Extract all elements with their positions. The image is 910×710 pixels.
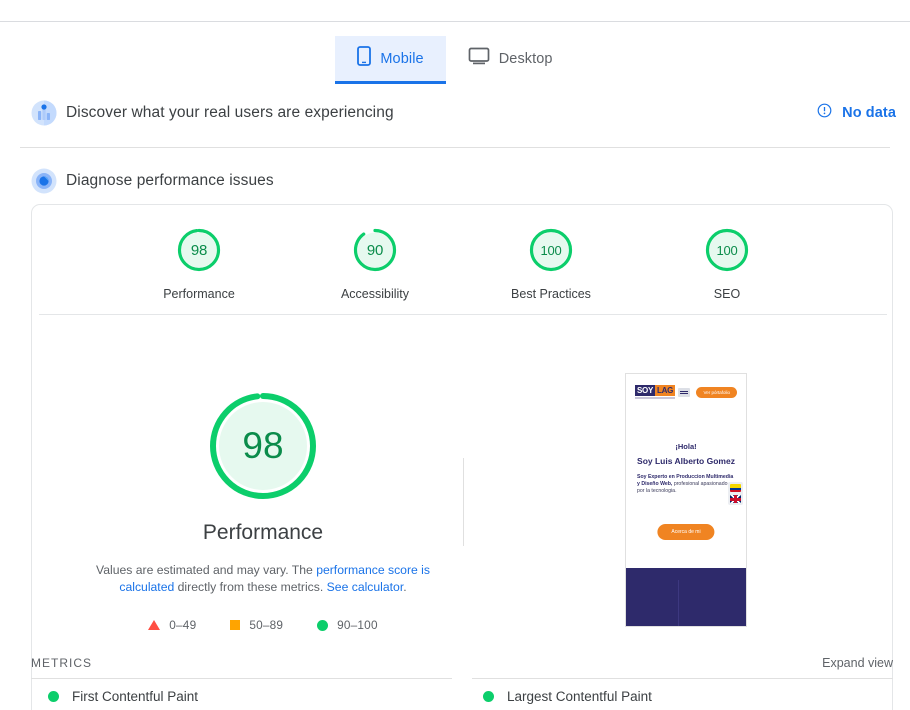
- square-icon: [230, 620, 241, 630]
- triangle-icon: [148, 620, 161, 630]
- gauge-best-practices[interactable]: 100 Best Practices: [497, 227, 605, 301]
- thumbnail-nav-cta: Ver pórtafolio: [696, 386, 737, 398]
- gauge-label: Best Practices: [511, 287, 591, 301]
- metric-name: First Contentful Paint: [72, 689, 199, 704]
- flag-uk-icon: [730, 495, 741, 503]
- desc-text-3: .: [403, 580, 407, 594]
- tab-mobile-label: Mobile: [380, 50, 424, 67]
- circle-icon: [317, 619, 329, 631]
- legend-label: 50–89: [249, 618, 284, 632]
- tab-desktop-label: Desktop: [498, 50, 553, 67]
- legend-item-average: 50–89: [230, 618, 283, 632]
- performance-summary: 98 Performance Values are estimated and …: [32, 390, 494, 632]
- no-data-label: No data: [842, 105, 896, 121]
- metrics-divider: [31, 678, 893, 679]
- desc-text-2: directly from these metrics.: [174, 580, 327, 594]
- no-data-status[interactable]: No data: [817, 103, 896, 123]
- tab-desktop[interactable]: Desktop: [446, 36, 575, 81]
- gauge-score: 100: [716, 242, 738, 258]
- lab-data-section-header: Diagnose performance issues: [0, 168, 910, 194]
- thumbnail-name: Soy Luis Alberto Gomez: [637, 456, 735, 466]
- hamburger-icon: [678, 387, 691, 397]
- performance-gauge: 98: [207, 390, 319, 502]
- legend-label: 90–100: [337, 618, 378, 632]
- field-data-title: Discover what your real users are experi…: [66, 104, 394, 121]
- lab-data-icon: [31, 168, 57, 194]
- category-score-gauges: 98 Performance 90 Accessibility 100 Best…: [32, 227, 894, 301]
- form-factor-tabs: Mobile Desktop: [0, 36, 910, 84]
- gauge-score: 98: [190, 241, 208, 259]
- gauge-score: 100: [540, 242, 562, 258]
- performance-description: Values are estimated and may vary. The p…: [77, 562, 449, 596]
- logo-underline: [635, 397, 675, 399]
- thumbnail-cta-button: Acerca de mi: [657, 524, 715, 540]
- field-data-icon: [31, 100, 57, 126]
- expand-view-button[interactable]: Expand view: [822, 656, 893, 670]
- mobile-icon: [357, 46, 372, 71]
- gauge-score: 90: [366, 241, 384, 259]
- gauge-ring: 98: [176, 227, 222, 273]
- thumbnail-greeting: ¡Hola!: [675, 442, 697, 451]
- gauge-label: Performance: [163, 287, 235, 301]
- gauge-ring: 100: [704, 227, 750, 273]
- performance-score: 98: [242, 425, 284, 466]
- card-divider: [39, 314, 887, 315]
- desktop-icon: [468, 47, 490, 70]
- gauge-ring: 90: [352, 227, 398, 273]
- section-divider: [20, 147, 890, 148]
- flag-colombia-icon: [730, 484, 741, 492]
- thumbnail-nav: SOY LAG Ver pórtafolio: [626, 382, 746, 402]
- pagespeed-insights-report: Mobile Desktop Discover what your real u…: [0, 0, 910, 710]
- lab-data-title: Diagnose performance issues: [66, 172, 274, 189]
- score-legend: 0–49 50–89 90–100: [148, 618, 378, 632]
- performance-title: Performance: [202, 521, 324, 544]
- metrics-header: METRICS Expand view: [31, 656, 893, 670]
- info-icon: [817, 103, 832, 123]
- tab-mobile[interactable]: Mobile: [335, 36, 447, 84]
- gauge-accessibility[interactable]: 90 Accessibility: [321, 227, 429, 301]
- vertical-divider: [463, 458, 464, 546]
- gauge-label: SEO: [713, 287, 741, 301]
- status-dot-icon: [483, 691, 494, 702]
- logo-text-a: SOY: [635, 385, 655, 396]
- field-data-section-header: Discover what your real users are experi…: [0, 100, 910, 126]
- thumbnail-logo: SOY LAG: [635, 385, 675, 399]
- metrics-label: METRICS: [31, 656, 92, 670]
- see-calculator-link[interactable]: See calculator: [327, 580, 404, 594]
- legend-item-pass: 90–100: [317, 618, 378, 632]
- status-dot-icon: [48, 691, 59, 702]
- lighthouse-result-card: 98 Performance 90 Accessibility 100 Best…: [31, 204, 893, 710]
- thumbnail-body-text: Soy Experto en Produccion Multimedia y D…: [637, 474, 735, 495]
- logo-text-b: LAG: [655, 385, 675, 396]
- page-screenshot-thumbnail: SOY LAG Ver pórtafolio ¡Hola! Soy Luis Al…: [625, 373, 747, 627]
- metric-first-contentful-paint[interactable]: First Contentful Paint: [48, 689, 198, 704]
- language-switcher: [728, 482, 743, 505]
- header-divider: [0, 21, 910, 22]
- metric-largest-contentful-paint[interactable]: Largest Contentful Paint: [483, 689, 652, 704]
- gauge-seo[interactable]: 100 SEO: [673, 227, 781, 301]
- gauge-label: Accessibility: [340, 287, 410, 301]
- gauge-performance[interactable]: 98 Performance: [145, 227, 253, 301]
- legend-label: 0–49: [169, 618, 197, 632]
- desc-text-1: Values are estimated and may vary. The: [96, 563, 317, 577]
- thumbnail-footer: [626, 568, 746, 626]
- metric-name: Largest Contentful Paint: [507, 689, 652, 704]
- gauge-ring: 100: [528, 227, 574, 273]
- legend-item-fail: 0–49: [148, 618, 196, 632]
